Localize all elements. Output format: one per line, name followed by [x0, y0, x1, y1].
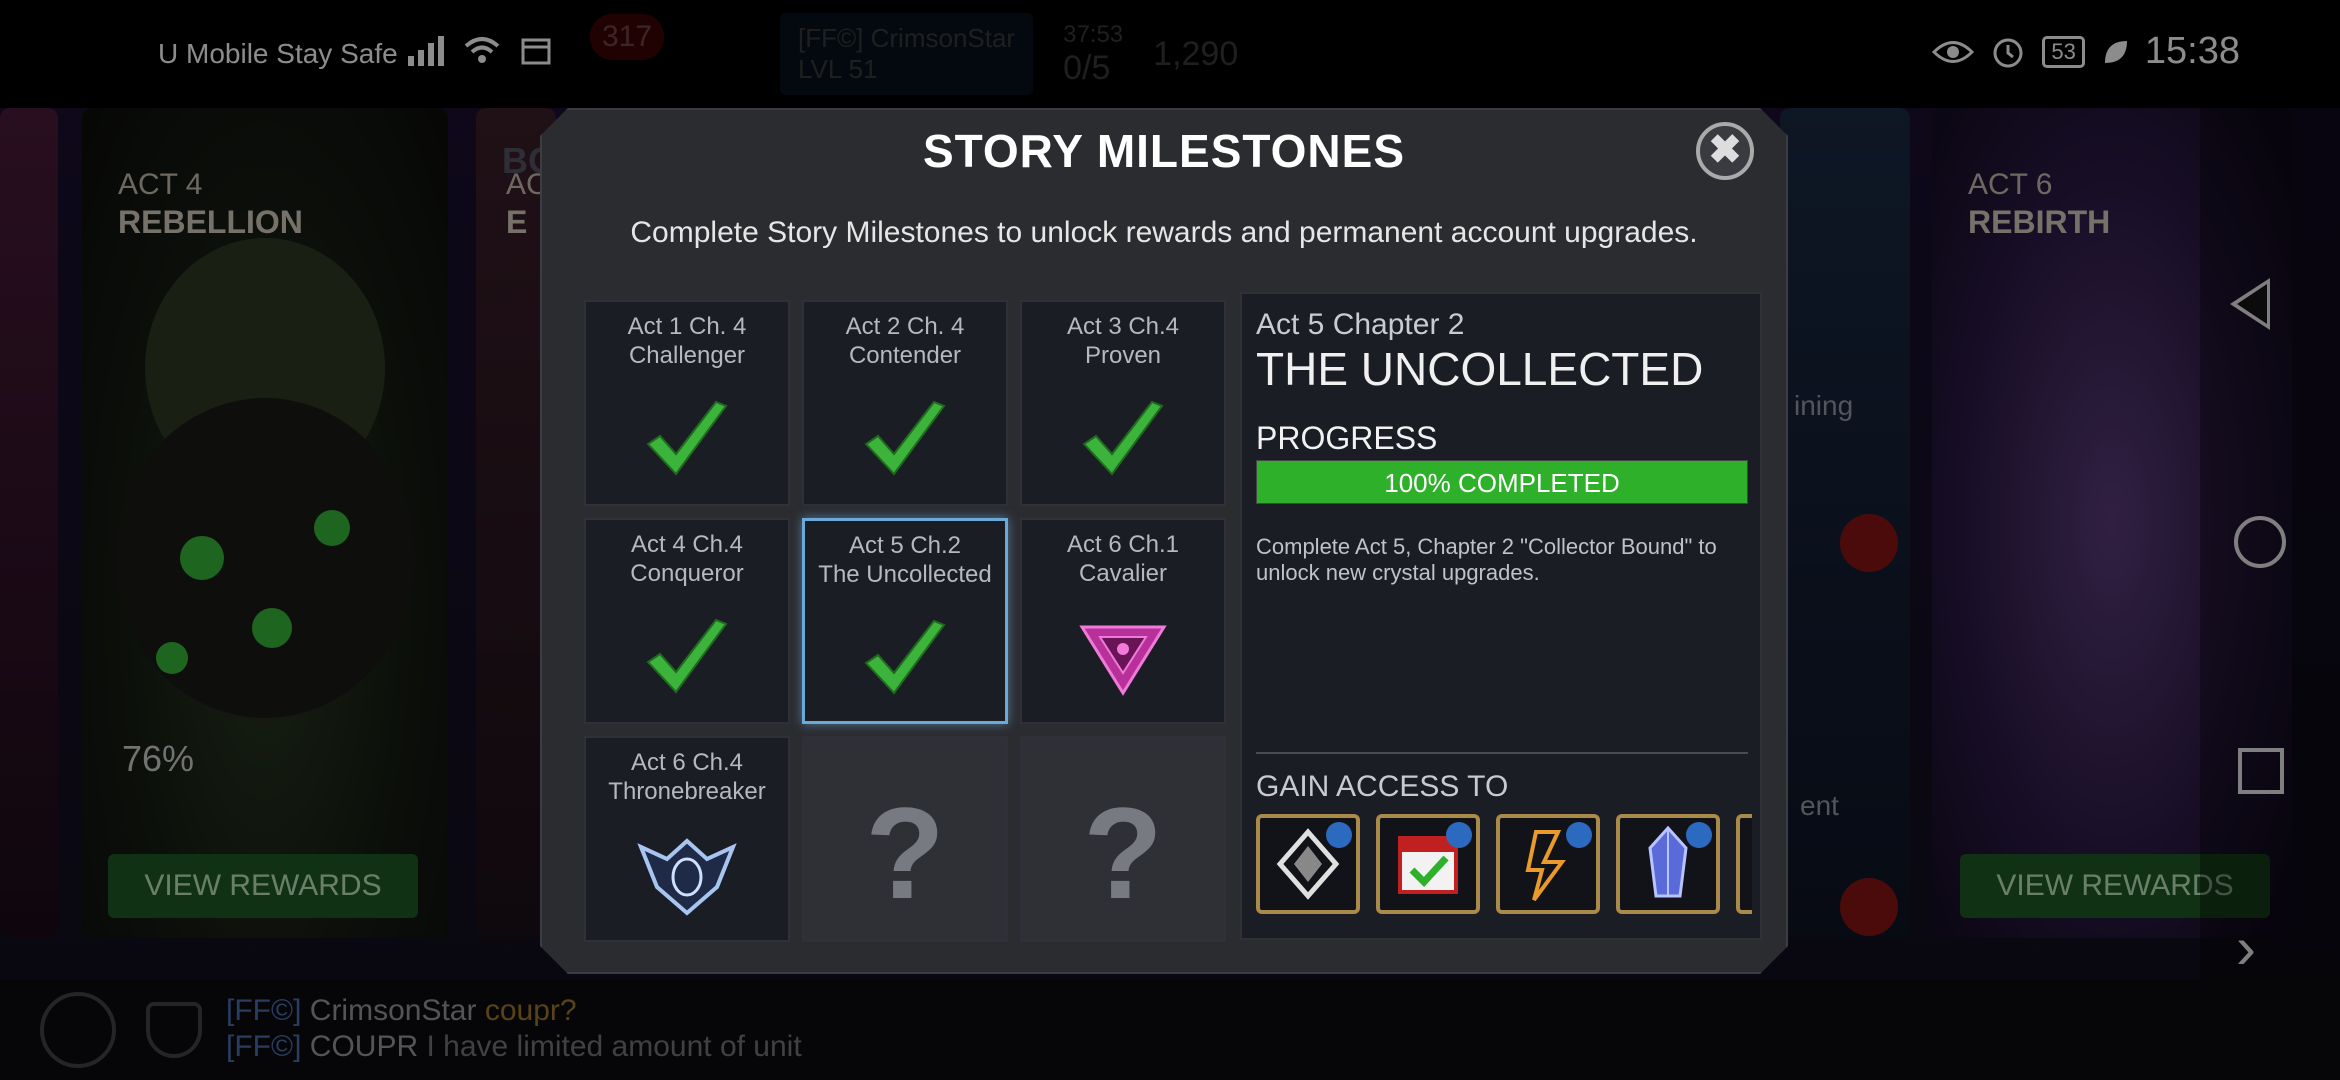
progress-text: 100% COMPLETED: [1384, 468, 1620, 498]
lightning-crest-icon[interactable]: [1496, 814, 1600, 914]
gain-access-label: GAIN ACCESS TO: [1256, 770, 1509, 803]
question-mark-icon: ?: [1083, 780, 1163, 926]
detail-description: Complete Act 5, Chapter 2 "Collector Bou…: [1256, 534, 1717, 585]
milestone-cell-act1[interactable]: Act 1 Ch. 4 Challenger: [584, 300, 790, 506]
milestone-title: Act 1 Ch. 4 Challenger: [627, 313, 747, 369]
milestone-cell-act2[interactable]: Act 2 Ch. 4 Contender: [802, 300, 1008, 506]
partial-reward-icon[interactable]: [1736, 814, 1752, 914]
question-mark-icon: ?: [865, 780, 945, 926]
check-icon: [586, 604, 788, 714]
divider: [1256, 752, 1748, 754]
milestone-title: Act 6 Ch.4 Thronebreaker: [608, 749, 766, 805]
milestone-cell-act5[interactable]: Act 5 Ch.2 The Uncollected: [802, 518, 1008, 724]
check-icon: [805, 605, 1005, 715]
screen: ACT 4 REBELLION 76% VIEW REWARDS AC E BO…: [0, 0, 2340, 1080]
milestone-cell-act6-ch4[interactable]: Act 6 Ch.4 Thronebreaker: [584, 736, 790, 942]
milestone-title: Act 4 Ch.4 Conqueror: [630, 531, 744, 587]
milestone-title: Act 2 Ch. 4 Contender: [845, 313, 965, 369]
milestone-cell-act4[interactable]: Act 4 Ch.4 Conqueror: [584, 518, 790, 724]
lock-icon: [1326, 822, 1352, 848]
cavalier-emblem-icon: [1022, 604, 1224, 714]
detail-subtitle: Act 5 Chapter 2: [1256, 308, 1465, 341]
check-icon: [1022, 386, 1224, 496]
milestone-cell-locked[interactable]: ?: [802, 736, 1008, 942]
modal-title: STORY MILESTONES: [922, 125, 1406, 177]
lock-icon: [1686, 822, 1712, 848]
thronebreaker-emblem-icon: [586, 822, 788, 932]
milestone-cell-locked[interactable]: ?: [1020, 736, 1226, 942]
lock-icon: [1446, 822, 1472, 848]
daily-quest-calendar-icon[interactable]: [1376, 814, 1480, 914]
milestone-title: Act 3 Ch.4 Proven: [1066, 313, 1180, 369]
lock-icon: [1566, 822, 1592, 848]
reward-list[interactable]: [1256, 814, 1752, 918]
modal-subtitle: Complete Story Milestones to unlock rewa…: [630, 216, 1698, 249]
milestone-cell-act6-ch1[interactable]: Act 6 Ch.1 Cavalier: [1020, 518, 1226, 724]
progress-bar: 100% COMPLETED: [1256, 460, 1748, 504]
story-milestones-modal: STORY MILESTONES ✖ Complete Story Milest…: [540, 108, 1788, 974]
check-icon: [804, 386, 1006, 496]
crystal-icon[interactable]: [1616, 814, 1720, 914]
progress-label: PROGRESS: [1256, 420, 1438, 456]
milestone-cell-act3[interactable]: Act 3 Ch.4 Proven: [1020, 300, 1226, 506]
close-button[interactable]: ✖: [1696, 122, 1754, 180]
uncollected-emblem-icon[interactable]: [1256, 814, 1360, 914]
detail-title: THE UNCOLLECTED: [1256, 343, 1704, 395]
check-icon: [586, 386, 788, 496]
milestone-detail-panel: Act 5 Chapter 2 THE UNCOLLECTED PROGRESS…: [1240, 292, 1762, 940]
milestone-title: Act 5 Ch.2 The Uncollected: [818, 532, 992, 588]
milestone-title: Act 6 Ch.1 Cavalier: [1066, 531, 1180, 587]
